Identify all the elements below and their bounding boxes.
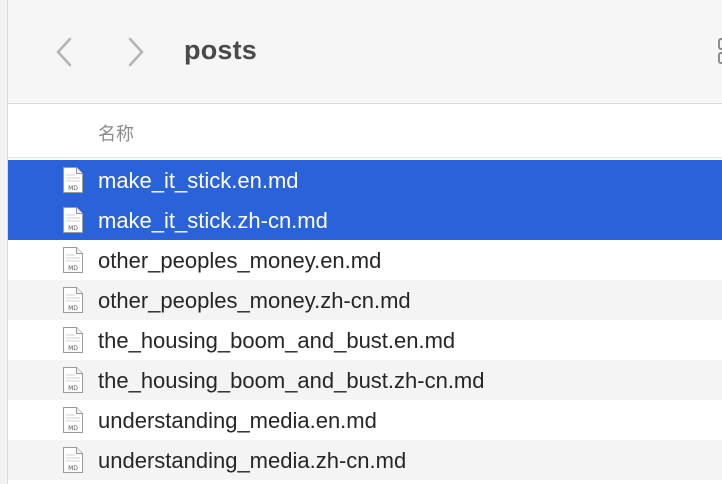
file-row[interactable]: MD other_peoples_money.en.md <box>8 240 722 280</box>
file-type-label: MD <box>68 385 78 392</box>
file-row[interactable]: MD the_housing_boom_and_bust.zh-cn.md <box>8 360 722 400</box>
file-name: make_it_stick.zh-cn.md <box>98 208 328 233</box>
file-type-label: MD <box>68 225 78 232</box>
name-column-header[interactable]: 名称 <box>98 120 134 146</box>
file-type-label: MD <box>68 345 78 352</box>
file-row[interactable]: MD understanding_media.en.md <box>8 400 722 440</box>
chevron-left-icon <box>56 37 72 67</box>
chevron-right-icon <box>128 37 144 67</box>
file-name: the_housing_boom_and_bust.zh-cn.md <box>98 368 485 393</box>
back-button[interactable] <box>44 30 84 74</box>
list-header: 名称 <box>8 104 722 158</box>
file-row[interactable]: MD understanding_media.zh-cn.md <box>8 440 722 480</box>
grid-view-icon[interactable] <box>718 38 722 64</box>
markdown-file-icon: MD <box>63 447 83 473</box>
markdown-file-icon: MD <box>63 207 83 233</box>
file-name: the_housing_boom_and_bust.en.md <box>98 328 456 353</box>
file-name: other_peoples_money.zh-cn.md <box>98 288 411 313</box>
file-type-label: MD <box>68 265 78 272</box>
markdown-file-icon: MD <box>63 247 83 273</box>
file-row[interactable]: MD the_housing_boom_and_bust.en.md <box>8 320 722 360</box>
markdown-file-icon: MD <box>63 167 83 193</box>
forward-button[interactable] <box>116 30 156 74</box>
file-row[interactable]: MD make_it_stick.en.md <box>8 160 722 200</box>
file-row[interactable]: MD other_peoples_money.zh-cn.md <box>8 280 722 320</box>
file-name: understanding_media.en.md <box>98 408 377 433</box>
file-type-label: MD <box>68 465 78 472</box>
file-type-label: MD <box>68 425 78 432</box>
sidebar-edge <box>0 0 8 484</box>
file-name: understanding_media.zh-cn.md <box>98 448 407 473</box>
file-name: make_it_stick.en.md <box>98 168 299 193</box>
markdown-file-icon: MD <box>63 367 83 393</box>
file-name: other_peoples_money.en.md <box>98 248 382 273</box>
file-type-label: MD <box>68 185 78 192</box>
markdown-file-icon: MD <box>63 327 83 353</box>
markdown-file-icon: MD <box>63 407 83 433</box>
finder-toolbar: posts <box>8 0 722 104</box>
markdown-file-icon: MD <box>63 287 83 313</box>
file-row[interactable]: MD make_it_stick.zh-cn.md <box>8 200 722 240</box>
folder-title: posts <box>184 35 258 65</box>
file-type-label: MD <box>68 305 78 312</box>
file-list: MD make_it_stick.en.md MD make_it_stick.… <box>8 160 722 480</box>
